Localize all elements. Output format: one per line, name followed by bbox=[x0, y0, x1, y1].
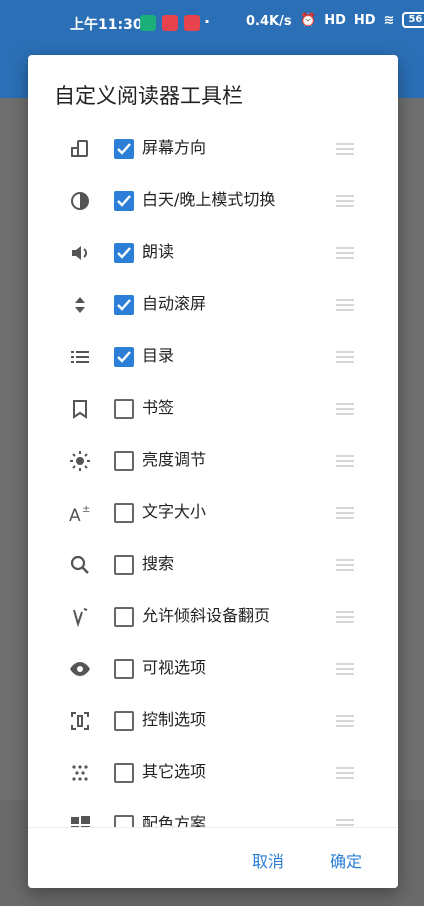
svg-text:A: A bbox=[69, 506, 81, 524]
search-icon bbox=[68, 553, 92, 577]
item-checkbox[interactable] bbox=[114, 711, 134, 731]
item-checkbox[interactable] bbox=[114, 347, 134, 367]
toolbar-item-row[interactable]: 自动滚屏 bbox=[28, 279, 398, 331]
item-checkbox[interactable] bbox=[114, 191, 134, 211]
drag-handle-icon[interactable] bbox=[336, 195, 354, 207]
toolbar-item-row[interactable]: 屏幕方向 bbox=[28, 123, 398, 175]
dialog-title: 自定义阅读器工具栏 bbox=[54, 84, 243, 108]
brightness-icon bbox=[68, 449, 92, 473]
item-label: 其它选项 bbox=[142, 762, 207, 781]
toolbar-item-row[interactable]: 白天/晚上模式切换 bbox=[28, 175, 398, 227]
notification-icon bbox=[184, 15, 200, 31]
toolbar-item-row[interactable]: 配色方案 bbox=[28, 799, 398, 827]
confirm-button[interactable]: 确定 bbox=[330, 848, 362, 872]
item-label: 朗读 bbox=[142, 242, 175, 261]
wifi-icon: ≋ bbox=[383, 12, 395, 28]
item-checkbox[interactable] bbox=[114, 607, 134, 627]
speaker-icon bbox=[68, 241, 92, 265]
drag-handle-icon[interactable] bbox=[336, 299, 354, 311]
tilt-icon bbox=[68, 605, 92, 629]
alarm-icon: ⏰ bbox=[300, 12, 317, 28]
item-checkbox[interactable] bbox=[114, 763, 134, 783]
drag-handle-icon[interactable] bbox=[336, 351, 354, 363]
cancel-button[interactable]: 取消 bbox=[252, 848, 284, 872]
drag-handle-icon[interactable] bbox=[336, 767, 354, 779]
toolbar-item-row[interactable]: 可视选项 bbox=[28, 643, 398, 695]
drag-handle-icon[interactable] bbox=[336, 715, 354, 727]
drag-handle-icon[interactable] bbox=[336, 611, 354, 623]
customize-toolbar-dialog: 自定义阅读器工具栏 屏幕方向白天/晚上模式切换 朗读自动滚屏目录书签亮度调节 A ± 文… bbox=[28, 55, 398, 888]
item-checkbox[interactable] bbox=[114, 139, 134, 159]
item-label: 文字大小 bbox=[142, 502, 207, 521]
toolbar-item-row[interactable]: 朗读 bbox=[28, 227, 398, 279]
item-label: 控制选项 bbox=[142, 710, 207, 729]
bookmark-icon bbox=[68, 397, 92, 421]
toolbar-item-row[interactable]: 亮度调节 bbox=[28, 435, 398, 487]
item-checkbox[interactable] bbox=[114, 503, 134, 523]
drag-handle-icon[interactable] bbox=[336, 663, 354, 675]
drag-handle-icon[interactable] bbox=[336, 559, 354, 571]
drag-handle-icon[interactable] bbox=[336, 403, 354, 415]
screen-rotation-icon bbox=[68, 137, 92, 161]
item-label: 自动滚屏 bbox=[142, 294, 207, 313]
item-label: 可视选项 bbox=[142, 658, 207, 677]
status-dot: · bbox=[204, 12, 211, 31]
toolbar-item-row[interactable]: A ± 文字大小 bbox=[28, 487, 398, 539]
item-checkbox[interactable] bbox=[114, 295, 134, 315]
control-icon bbox=[68, 709, 92, 733]
toolbar-item-list[interactable]: 屏幕方向白天/晚上模式切换 朗读自动滚屏目录书签亮度调节 A ± 文字大小搜索允许倾斜设… bbox=[28, 123, 398, 827]
net-speed: 0.4K/s bbox=[246, 14, 292, 29]
drag-handle-icon[interactable] bbox=[336, 507, 354, 519]
item-checkbox[interactable] bbox=[114, 399, 134, 419]
item-label: 搜索 bbox=[142, 554, 175, 573]
svg-text:±: ± bbox=[82, 504, 90, 515]
eye-icon bbox=[68, 657, 92, 681]
toolbar-item-row[interactable]: 其它选项 bbox=[28, 747, 398, 799]
toc-icon bbox=[68, 345, 92, 369]
drag-handle-icon[interactable] bbox=[336, 247, 354, 259]
color-scheme-icon bbox=[68, 813, 92, 827]
day-night-icon bbox=[68, 189, 92, 213]
item-checkbox[interactable] bbox=[114, 451, 134, 471]
status-time: 上午11:30 bbox=[70, 17, 143, 33]
status-icons: ⏰ HD HD ≋ 56 bbox=[300, 12, 424, 28]
item-checkbox[interactable] bbox=[114, 555, 134, 575]
toolbar-item-row[interactable]: 书签 bbox=[28, 383, 398, 435]
item-label: 目录 bbox=[142, 346, 175, 365]
battery-indicator: 56 bbox=[402, 12, 424, 28]
item-label: 允许倾斜设备翻页 bbox=[142, 606, 271, 625]
font-size-icon: A ± bbox=[68, 501, 92, 525]
status-bar: 上午11:30 · 0.4K/s ⏰ HD HD ≋ 56 bbox=[0, 0, 424, 46]
toolbar-item-row[interactable]: 目录 bbox=[28, 331, 398, 383]
toolbar-item-row[interactable]: 搜索 bbox=[28, 539, 398, 591]
signal-icon: HD bbox=[353, 12, 376, 28]
auto-scroll-icon bbox=[68, 293, 92, 317]
drag-handle-icon[interactable] bbox=[336, 455, 354, 467]
item-checkbox[interactable] bbox=[114, 815, 134, 827]
item-label: 白天/晚上模式切换 bbox=[142, 190, 276, 209]
notification-icon bbox=[162, 15, 178, 31]
toolbar-item-row[interactable]: 控制选项 bbox=[28, 695, 398, 747]
toolbar-item-row[interactable]: 允许倾斜设备翻页 bbox=[28, 591, 398, 643]
item-label: 书签 bbox=[142, 398, 175, 417]
dots-icon bbox=[68, 761, 92, 785]
notification-badges bbox=[140, 15, 200, 31]
item-checkbox[interactable] bbox=[114, 659, 134, 679]
item-checkbox[interactable] bbox=[114, 243, 134, 263]
item-label: 亮度调节 bbox=[142, 450, 207, 469]
drag-handle-icon[interactable] bbox=[336, 819, 354, 827]
drag-handle-icon[interactable] bbox=[336, 143, 354, 155]
notification-icon bbox=[140, 15, 156, 31]
item-label: 配色方案 bbox=[142, 814, 207, 827]
signal-icon: HD bbox=[324, 12, 346, 28]
dialog-footer: 取消 确定 bbox=[28, 827, 398, 888]
item-label: 屏幕方向 bbox=[142, 138, 207, 157]
